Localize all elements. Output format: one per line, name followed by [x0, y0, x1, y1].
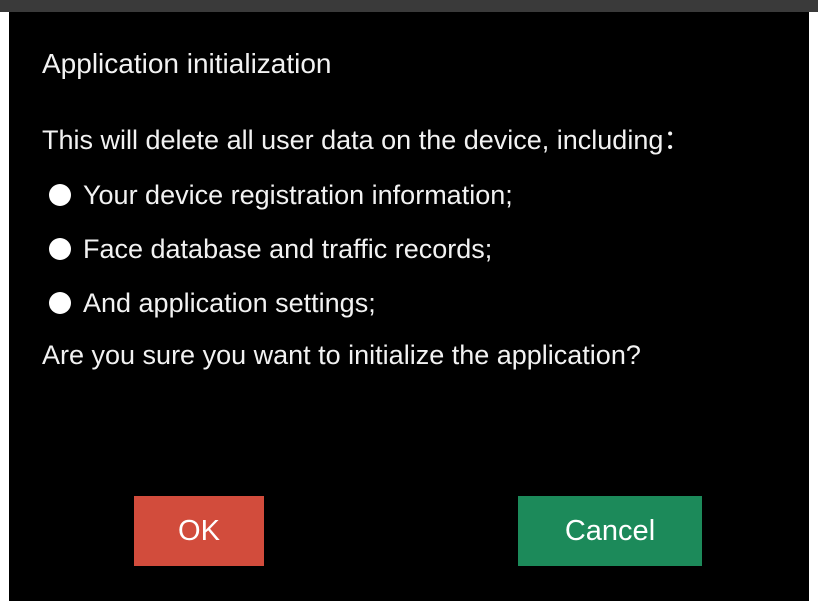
- initialization-dialog: Application initialization This will del…: [9, 12, 809, 601]
- list-item: Your device registration information;: [49, 168, 513, 222]
- list-item-label: Face database and traffic records;: [83, 233, 493, 264]
- list-item: And application settings;: [49, 276, 513, 330]
- cancel-button[interactable]: Cancel: [518, 496, 702, 566]
- bullet-icon: [49, 238, 71, 260]
- bullet-icon: [49, 292, 71, 314]
- confirmation-question: Are you sure you want to initialize the …: [42, 340, 641, 370]
- list-item: Face database and traffic records;: [49, 222, 513, 276]
- list-item-label: And application settings;: [83, 287, 376, 318]
- list-item-label: Your device registration information;: [83, 179, 513, 210]
- status-bar-strip: [0, 0, 818, 12]
- dialog-title: Application initialization: [42, 48, 332, 79]
- dialog-message: This will delete all user data on the de…: [42, 125, 691, 155]
- data-items-list: Your device registration information; Fa…: [49, 168, 513, 330]
- bullet-icon: [49, 184, 71, 206]
- ok-button[interactable]: OK: [134, 496, 264, 566]
